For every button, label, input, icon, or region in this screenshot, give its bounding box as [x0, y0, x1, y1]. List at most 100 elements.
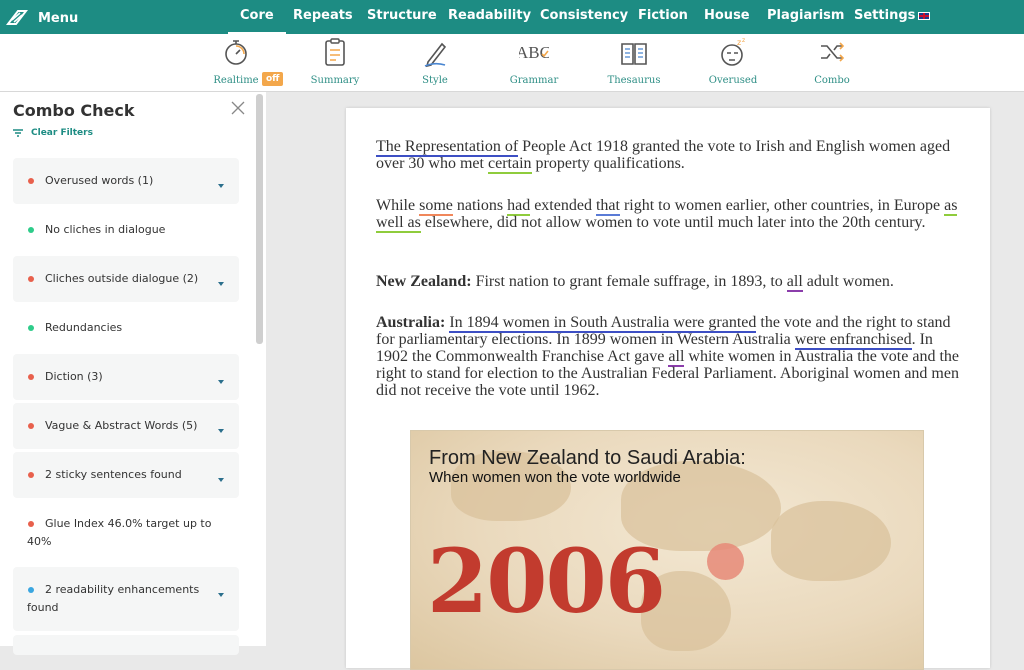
- chevron-down-icon[interactable]: [218, 478, 224, 482]
- status-dot-green: [28, 227, 34, 233]
- check-vague-abstract-words[interactable]: Vague & Abstract Words (5): [13, 403, 239, 449]
- tab-core[interactable]: Core: [228, 8, 286, 35]
- check-label: No cliches in dialogue: [45, 223, 166, 236]
- status-dot-red: [28, 423, 34, 429]
- menu-button[interactable]: Menu: [6, 5, 78, 31]
- tab-settings[interactable]: Settings: [854, 8, 931, 23]
- check-next-item[interactable]: [13, 635, 239, 655]
- check-readability-enhancements[interactable]: 2 readability enhancements found: [13, 567, 239, 631]
- tab-settings-label: Settings: [854, 8, 916, 23]
- para-label: Australia:: [376, 314, 446, 331]
- combo-check-sidebar: Combo Check Clear Filters Overused words…: [0, 92, 266, 655]
- text-run: First nation to grant female suffrage, i…: [471, 273, 787, 290]
- book-icon: [621, 43, 647, 65]
- document-page[interactable]: The Representation of People Act 1918 gr…: [346, 108, 990, 670]
- infographic-image: From New Zealand to Saudi Arabia: When w…: [410, 430, 924, 670]
- tool-style[interactable]: Style: [395, 36, 475, 86]
- highlight-diction[interactable]: all: [786, 273, 803, 292]
- tool-overused-label: Overused: [708, 75, 758, 86]
- image-year: 2006: [427, 529, 666, 633]
- tool-style-label: Style: [422, 75, 448, 86]
- tab-repeats[interactable]: Repeats: [293, 8, 353, 23]
- pencil-icon: [424, 42, 447, 68]
- clear-filters-label: Clear Filters: [31, 128, 93, 138]
- tab-readability[interactable]: Readability: [448, 8, 531, 23]
- filter-icon: [13, 129, 23, 137]
- tool-combo[interactable]: Combo: [792, 36, 872, 86]
- map-marker: [707, 543, 744, 580]
- check-label: 2 readability enhancements found: [27, 583, 200, 614]
- status-dot-red: [28, 472, 34, 478]
- paragraph-1[interactable]: The Representation of People Act 1918 gr…: [376, 138, 966, 174]
- check-label: Glue Index 46.0% target up to 40%: [27, 517, 212, 548]
- tool-thesaurus-label: Thesaurus: [607, 75, 661, 86]
- paragraph-4[interactable]: Australia: In 1894 women in South Austra…: [376, 314, 966, 399]
- tab-plagiarism[interactable]: Plagiarism: [767, 8, 844, 23]
- text-run: adult women.: [802, 273, 894, 290]
- check-glue-index[interactable]: Glue Index 46.0% target up to 40%: [13, 507, 239, 563]
- tool-summary-label: Summary: [310, 75, 360, 86]
- shuffle-icon: [821, 42, 845, 62]
- paragraph-2[interactable]: While some nations had extended that rig…: [376, 197, 966, 233]
- svg-text:ABC: ABC: [519, 43, 549, 62]
- check-sticky-sentences[interactable]: 2 sticky sentences found: [13, 452, 239, 498]
- check-overused-words[interactable]: Overused words (1): [13, 158, 239, 204]
- tool-thesaurus[interactable]: Thesaurus: [594, 36, 674, 86]
- sleepy-face-icon: zz: [721, 37, 745, 66]
- menu-label: Menu: [38, 10, 79, 26]
- svg-text:z: z: [742, 37, 745, 44]
- image-subtitle: When women won the vote worldwide: [429, 469, 681, 486]
- text-run: While: [376, 197, 420, 214]
- tool-grammar[interactable]: ABC Grammar: [494, 36, 574, 86]
- check-label: Cliches outside dialogue (2): [45, 272, 199, 285]
- check-label: Vague & Abstract Words (5): [45, 419, 198, 432]
- tool-combo-label: Combo: [814, 75, 850, 86]
- tab-consistency[interactable]: Consistency: [540, 8, 628, 23]
- status-dot-green: [28, 325, 34, 331]
- chevron-down-icon[interactable]: [218, 184, 224, 188]
- tool-bar: Realtime off Summary Style ABC Grammar T…: [0, 34, 1024, 92]
- document-area: The Representation of People Act 1918 gr…: [266, 92, 1024, 670]
- highlight-vague[interactable]: certain: [487, 155, 532, 174]
- check-label: Redundancies: [45, 321, 123, 334]
- sidebar-scrollbar[interactable]: [256, 94, 263, 344]
- menu-logo-icon: [6, 10, 28, 25]
- map-landmass: [771, 501, 891, 581]
- check-diction[interactable]: Diction (3): [13, 354, 239, 400]
- stopwatch-icon: [225, 40, 247, 65]
- sidebar-title: Combo Check: [13, 101, 135, 120]
- check-cliches-outside-dialogue[interactable]: Cliches outside dialogue (2): [13, 256, 239, 302]
- clear-filters-button[interactable]: Clear Filters: [13, 128, 93, 138]
- clipboard-icon: [325, 38, 345, 66]
- check-label: 2 sticky sentences found: [45, 468, 182, 481]
- para-label: New Zealand:: [376, 273, 472, 290]
- chevron-down-icon[interactable]: [218, 593, 224, 597]
- text-run: extended: [530, 197, 596, 214]
- realtime-off-badge[interactable]: off: [262, 72, 284, 86]
- chevron-down-icon[interactable]: [218, 282, 224, 286]
- chevron-down-icon[interactable]: [218, 380, 224, 384]
- tool-grammar-label: Grammar: [509, 75, 559, 86]
- text-run: right to women earlier, other countries,…: [619, 197, 945, 214]
- tab-house[interactable]: House: [704, 8, 750, 23]
- status-dot-red: [28, 276, 34, 282]
- status-dot-red: [28, 178, 34, 184]
- tool-summary[interactable]: Summary: [295, 36, 375, 86]
- text-run: elsewhere, did not allow women to vote u…: [420, 214, 926, 231]
- paragraph-3[interactable]: New Zealand: First nation to grant femal…: [376, 273, 966, 292]
- text-run: nations: [452, 197, 508, 214]
- uk-flag-icon: [918, 11, 931, 20]
- check-redundancies[interactable]: Redundancies: [13, 305, 239, 351]
- svg-text:z: z: [737, 38, 741, 47]
- close-icon[interactable]: [231, 101, 245, 115]
- chevron-down-icon[interactable]: [218, 429, 224, 433]
- check-label: Overused words (1): [45, 174, 154, 187]
- tab-structure[interactable]: Structure: [367, 8, 437, 23]
- check-label: Diction (3): [45, 370, 103, 383]
- tool-overused[interactable]: zz Overused: [693, 36, 773, 86]
- tab-fiction[interactable]: Fiction: [638, 8, 688, 23]
- top-nav: Menu Core Repeats Structure Readability …: [0, 0, 1024, 35]
- check-no-cliches-dialogue[interactable]: No cliches in dialogue: [13, 207, 239, 253]
- abc-icon: ABC: [519, 43, 549, 62]
- image-title: From New Zealand to Saudi Arabia:: [429, 447, 746, 469]
